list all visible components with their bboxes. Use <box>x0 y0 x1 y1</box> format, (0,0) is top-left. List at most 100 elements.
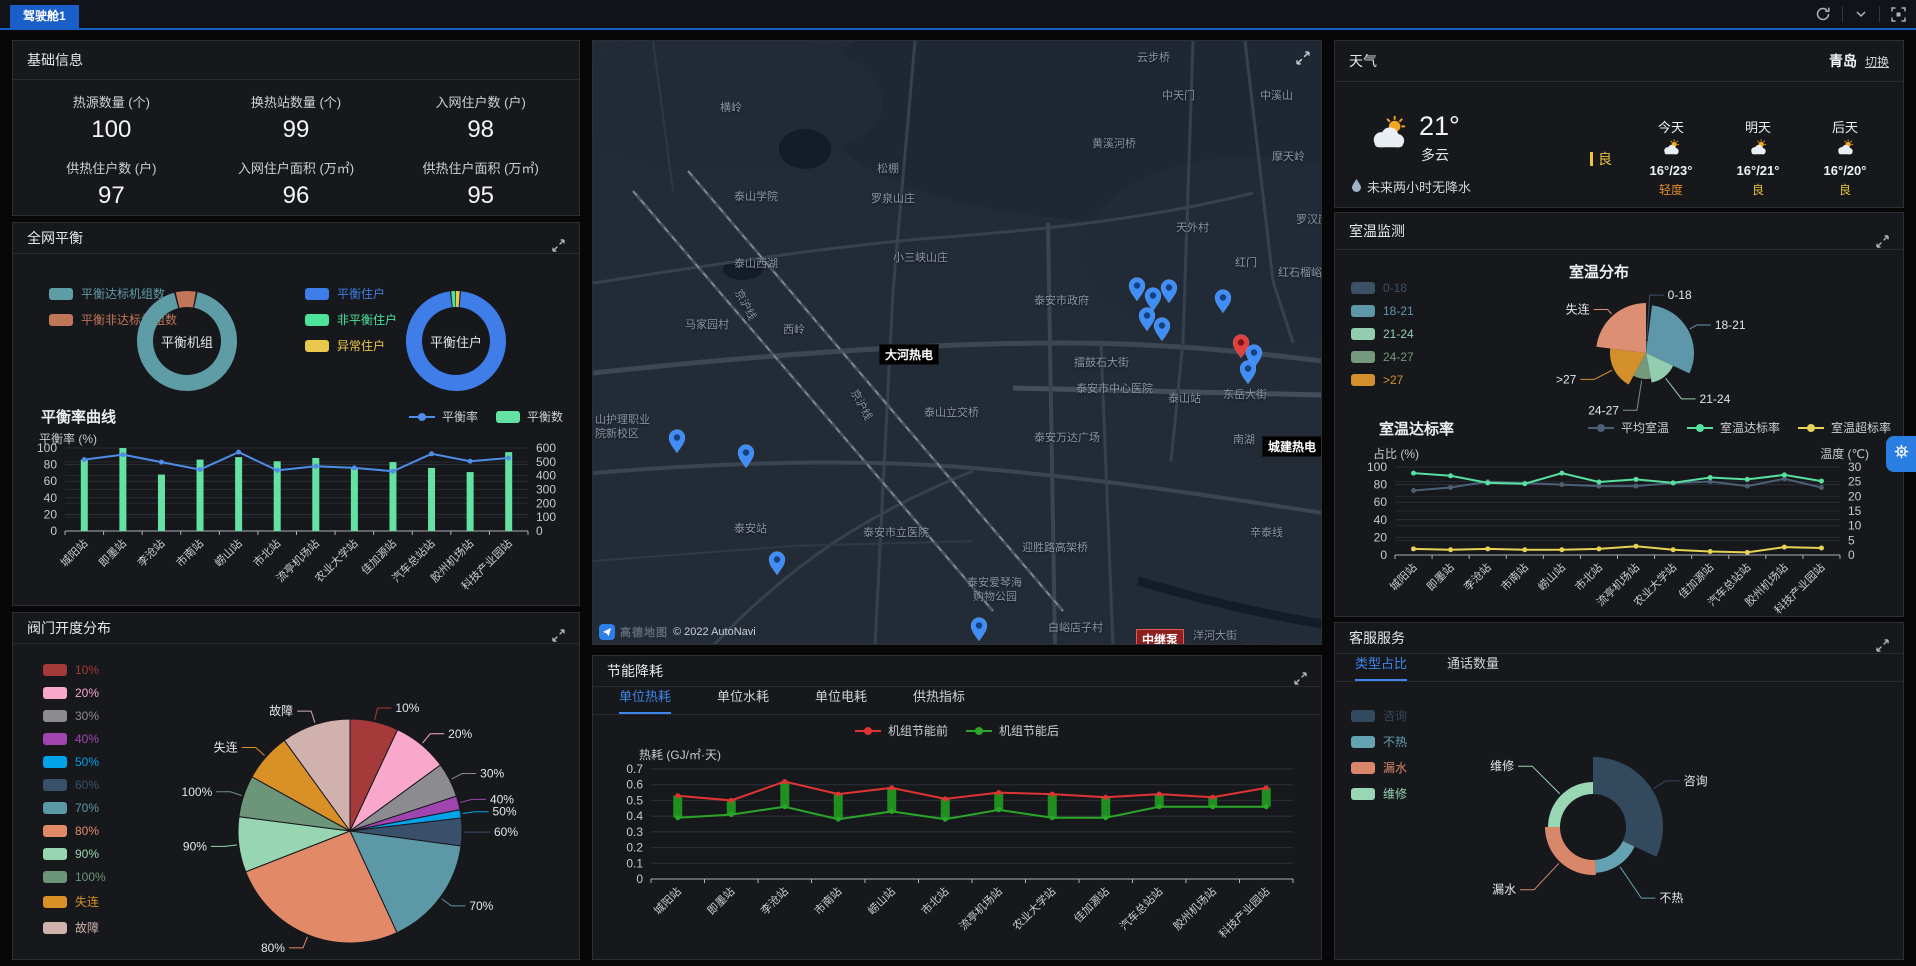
expand-icon[interactable] <box>1876 632 1889 645</box>
tab-heat-index[interactable]: 供热指标 <box>913 686 965 714</box>
gear-icon <box>1894 444 1909 464</box>
svg-text:100%: 100% <box>182 785 213 799</box>
expand-icon[interactable] <box>552 232 565 245</box>
svg-text:50%: 50% <box>493 805 517 819</box>
svg-text:20%: 20% <box>448 727 472 741</box>
rain-tip: 未来两小时无降水 <box>1351 177 1471 196</box>
weather-panel: 天气 青岛切换 21° 多云 未来两小时无降水 良 今天 16°/23° 轻度 … <box>1334 40 1904 208</box>
svg-text:城阳站: 城阳站 <box>1386 560 1419 593</box>
svg-text:20: 20 <box>1374 530 1388 544</box>
expand-icon[interactable] <box>552 622 565 635</box>
svg-text:15: 15 <box>1848 504 1862 518</box>
map-marker[interactable] <box>737 444 755 468</box>
svg-text:市北站: 市北站 <box>918 884 951 917</box>
household-balance-donut[interactable]: 平衡住户 <box>396 281 516 401</box>
map-marker[interactable] <box>1160 279 1178 303</box>
svg-text:0: 0 <box>50 524 57 538</box>
tab-unit-heat[interactable]: 单位热耗 <box>619 686 671 714</box>
legend-item[interactable]: 室温超标率 <box>1798 419 1891 436</box>
svg-text:0.6: 0.6 <box>626 778 643 792</box>
svg-text:100: 100 <box>536 510 556 524</box>
map-marker[interactable] <box>970 617 988 641</box>
map-place-label: 洋河大街 <box>1193 627 1237 643</box>
tab-unit-power[interactable]: 单位电耗 <box>815 686 867 714</box>
legend-item[interactable]: 异常住户 <box>305 337 397 354</box>
map-place-label: 泰安市中心医院 <box>1076 380 1153 396</box>
map-marker[interactable] <box>668 429 686 453</box>
forecast-day-after: 后天 16°/20° 良 <box>1807 117 1883 198</box>
svg-text:0.7: 0.7 <box>626 762 643 776</box>
map-place-label: 小三峡山庄 <box>893 249 948 265</box>
stat-label: 供热住户数 (户) <box>19 158 204 177</box>
stat-value: 95 <box>388 182 573 210</box>
svg-text:0.5: 0.5 <box>626 793 643 807</box>
legend-item[interactable]: 室温达标率 <box>1687 419 1780 436</box>
svg-text:60%: 60% <box>494 825 518 839</box>
tab-type-ratio[interactable]: 类型占比 <box>1355 653 1407 681</box>
svg-text:100: 100 <box>1367 460 1387 474</box>
svg-text:80: 80 <box>44 458 58 472</box>
panel-title: 全网平衡 <box>27 223 83 253</box>
svg-text:30%: 30% <box>480 767 504 781</box>
map-station-label[interactable]: 中继泵 <box>1136 629 1184 645</box>
settings-button[interactable] <box>1886 436 1916 472</box>
map-place-label: 松棚 <box>877 160 899 176</box>
svg-text:5: 5 <box>1848 533 1855 547</box>
map-expand-icon[interactable] <box>1296 51 1309 64</box>
service-rose-chart: 咨询不热漏水维修 <box>1335 683 1904 960</box>
map-marker[interactable] <box>1239 360 1257 384</box>
stat-label: 换热站数量 (个) <box>204 92 389 111</box>
stat-value: 98 <box>388 116 573 144</box>
map-place-label: 院新校区 <box>595 425 639 441</box>
balance-rate-chart: 0204060801000100200300400500600城阳站即墨站李沧站… <box>13 419 580 606</box>
tab-unit-water[interactable]: 单位水耗 <box>717 686 769 714</box>
map-station-label[interactable]: 大河热电 <box>879 344 939 365</box>
svg-text:20: 20 <box>44 507 58 521</box>
dashboard-tab[interactable]: 驾驶舱1 <box>10 5 79 28</box>
svg-text:60: 60 <box>1374 495 1388 509</box>
map-place-label: 泰山站 <box>1168 390 1201 406</box>
svg-text:200: 200 <box>536 496 556 510</box>
energy-legend: 机组节能前 机组节能后 <box>593 722 1321 739</box>
map[interactable]: 高德地图 © 2022 AutoNavi 横岭云步桥中天门中溪山黄溪河桥松棚摩天… <box>592 40 1322 645</box>
unit-balance-donut[interactable]: 平衡机组 <box>127 281 247 401</box>
svg-text:100: 100 <box>37 441 57 455</box>
tab-call-count[interactable]: 通话数量 <box>1447 653 1499 681</box>
svg-text:失连: 失连 <box>214 740 238 755</box>
city-switch-link[interactable]: 切换 <box>1865 55 1889 69</box>
map-station-label[interactable]: 城建热电 <box>1262 436 1322 457</box>
cloudy-sun-icon <box>1633 139 1709 162</box>
map-marker[interactable] <box>1153 317 1171 341</box>
refresh-icon[interactable] <box>1815 6 1831 22</box>
map-marker[interactable] <box>1214 289 1232 313</box>
stat-value: 99 <box>204 116 389 144</box>
legend-item[interactable]: 非平衡住户 <box>305 311 397 328</box>
legend-item[interactable]: 机组节能前 <box>855 722 948 739</box>
map-place-label: 辛泰线 <box>1250 524 1283 540</box>
forecast-tomorrow: 明天 16°/21° 良 <box>1720 117 1796 198</box>
map-place-label: 陈家庄 <box>1240 641 1273 645</box>
map-place-label: 中溪山 <box>1260 87 1293 103</box>
map-place-label: 泰山西湖 <box>734 255 778 271</box>
legend-item[interactable]: 机组节能后 <box>966 722 1059 739</box>
map-place-label: 罗汉崖 <box>1296 211 1322 227</box>
expand-icon[interactable] <box>1876 225 1889 238</box>
svg-text:即墨站: 即墨站 <box>1424 560 1457 593</box>
raindrop-icon <box>1351 178 1362 195</box>
cloudy-sun-icon <box>1720 139 1796 162</box>
map-place-label: 泰安市政府 <box>1034 292 1089 308</box>
svg-text:10%: 10% <box>395 701 419 715</box>
svg-text:科技产业园站: 科技产业园站 <box>1216 884 1273 941</box>
basic-info-stats: 热源数量 (个)100 换热站数量 (个)99 入网住户数 (户)98 供热住户… <box>13 80 579 210</box>
legend-item[interactable]: 平均室温 <box>1588 419 1669 436</box>
fullscreen-icon[interactable] <box>1891 7 1906 22</box>
svg-text:25: 25 <box>1848 475 1862 489</box>
air-quality: 良 <box>1720 181 1796 198</box>
stat-label: 热源数量 (个) <box>19 92 204 111</box>
svg-text:0: 0 <box>1848 548 1855 562</box>
chevron-down-icon[interactable] <box>1854 7 1868 21</box>
map-marker[interactable] <box>768 551 786 575</box>
expand-icon[interactable] <box>1294 665 1307 678</box>
legend-item[interactable]: 平衡住户 <box>305 285 397 302</box>
map-place-label: 泰山学院 <box>734 188 778 204</box>
